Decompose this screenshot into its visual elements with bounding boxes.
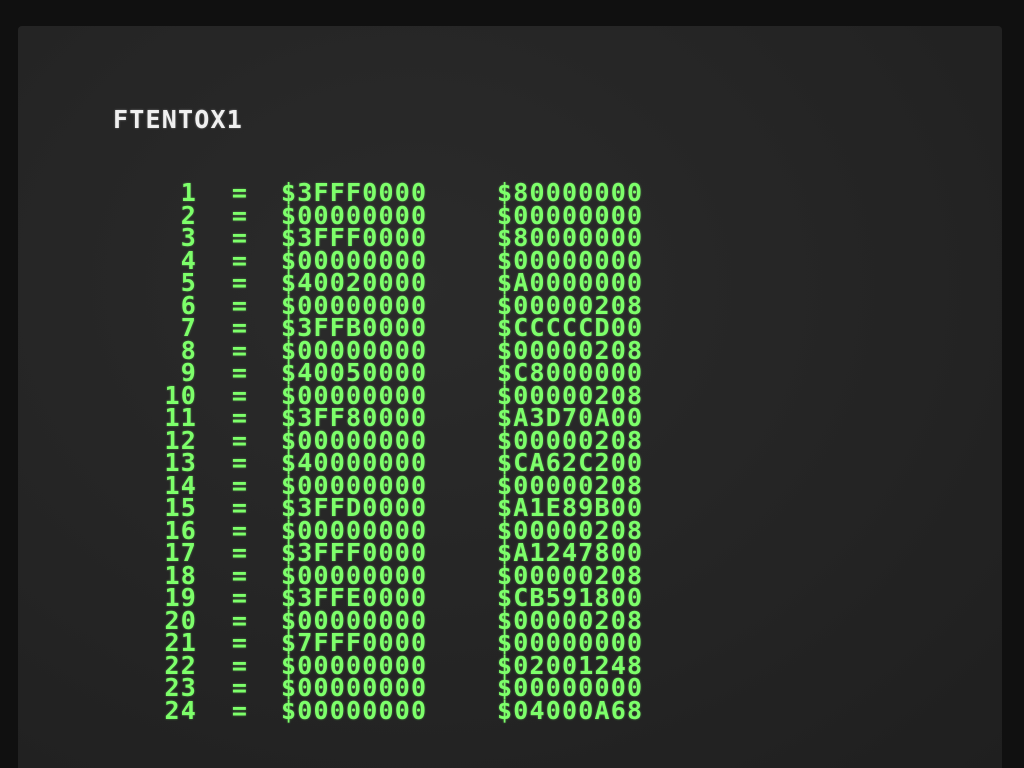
terminal-output: FTENTOX1 1 = $3FFF0000 $80000000 2 = $00000000… [113, 64, 695, 745]
register-dump-list: 1 = $3FFF0000 $80000000 2 = $00000000 $00000000… [113, 180, 695, 725]
high-word-value: $00000000 [281, 695, 428, 725]
register-row: 24 = $00000000 $04000A68 [113, 695, 695, 725]
row-number: 24 [164, 695, 197, 725]
equals-sign: = [231, 695, 249, 725]
low-word-value: $04000A68 [497, 695, 644, 725]
program-title: FTENTOX1 [113, 105, 244, 134]
